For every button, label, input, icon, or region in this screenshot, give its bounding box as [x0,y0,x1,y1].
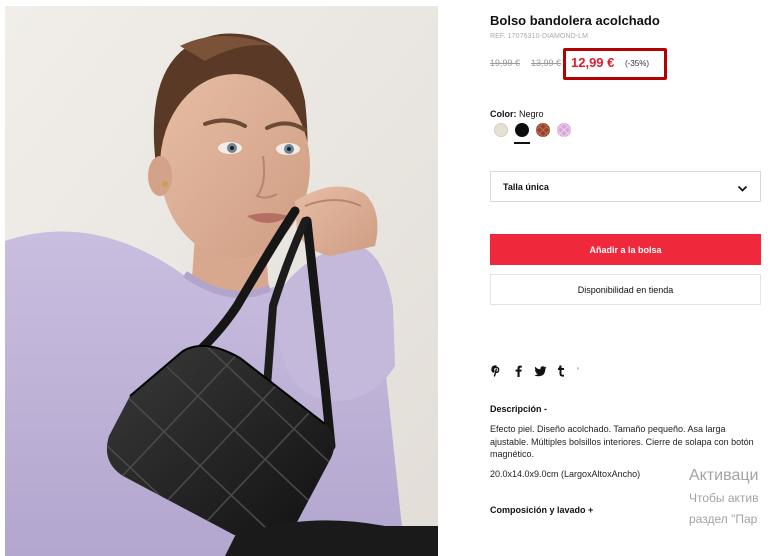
add-to-bag-button[interactable]: Añadir a la bolsa [490,234,761,265]
quilted-pattern-icon [536,123,550,137]
description-toggle[interactable]: Descripción - [490,404,547,414]
quilted-pattern-icon [557,123,571,137]
product-image[interactable] [5,6,438,556]
composition-toggle[interactable]: Composición y lavado + [490,505,593,515]
discount-percentage: (-35%) [625,59,650,68]
color-swatch-black[interactable] [515,123,529,137]
twitter-icon[interactable] [533,365,547,377]
size-select[interactable]: Talla única [490,171,761,202]
original-price: 19,99 € [490,58,521,68]
selected-swatch-indicator [514,142,530,144]
share-more-mark[interactable]: ' [576,365,580,377]
color-swatch-brown-quilted[interactable] [536,123,550,137]
dimensions-text: 20.0x14.0x9.0cm (LargoxAltoxAncho) [490,469,641,479]
color-selector-label: Color: Negro [490,109,544,119]
activation-watermark-title: Активаци [689,467,759,484]
description-text: Efecto piel. Diseño acolchado. Tamaño pe… [490,424,754,459]
color-swatch-cream[interactable] [494,123,508,137]
chevron-down-icon [737,181,748,199]
product-reference: REF. 17076310-DIAMOND-LM [490,33,589,40]
pinterest-icon[interactable] [490,365,502,377]
size-select-value: Talla única [503,182,549,192]
tumblr-icon[interactable] [556,365,566,377]
facebook-icon[interactable] [512,365,524,377]
product-photo-illustration [5,6,438,556]
activation-watermark-line-1: Чтобы актив [689,491,759,505]
color-label: Color: [490,109,517,119]
product-title: Bolso bandolera acolchado [490,13,660,28]
previous-price: 13,99 € [531,58,562,68]
selected-color-name: Negro [519,109,544,119]
current-price: 12,99 € [571,55,615,70]
store-availability-button[interactable]: Disponibilidad en tienda [490,274,761,305]
activation-watermark-line-2: раздел "Пар [689,512,758,526]
color-swatch-lilac-quilted[interactable] [557,123,571,137]
